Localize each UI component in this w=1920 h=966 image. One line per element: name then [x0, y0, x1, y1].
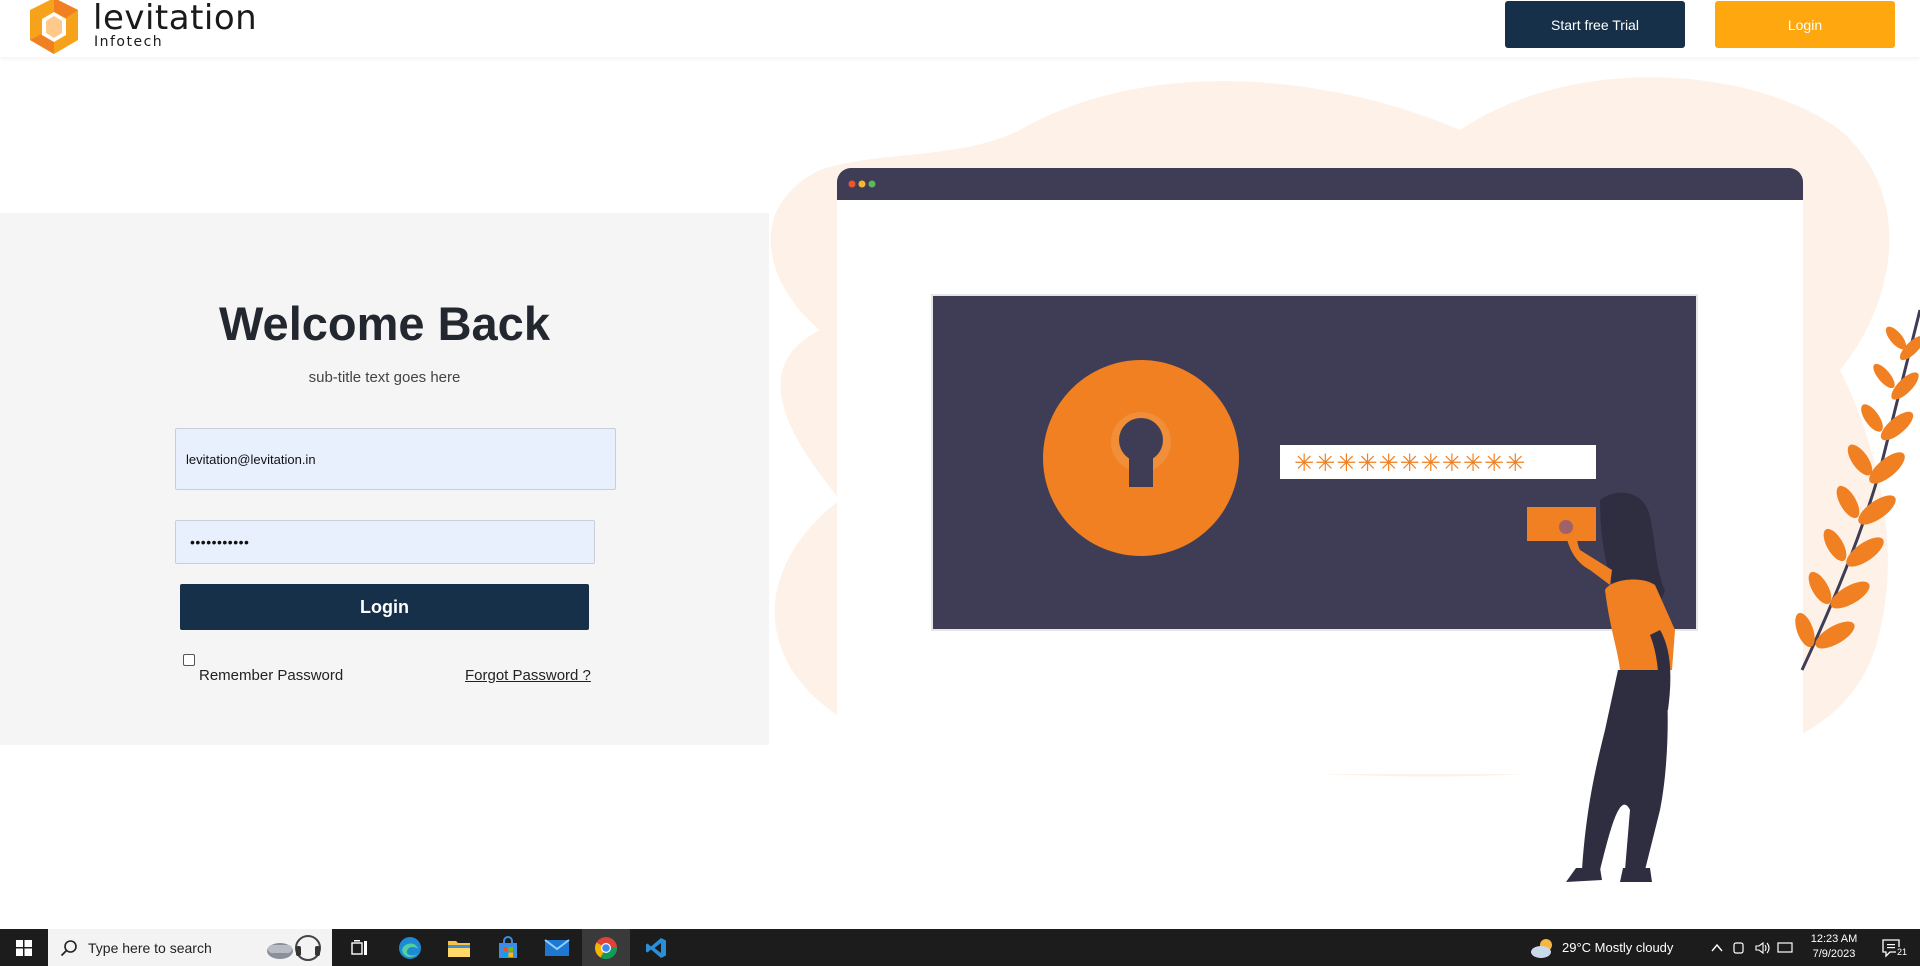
network-icon [1777, 941, 1793, 953]
keyhole-bottom [1129, 442, 1153, 487]
edge-icon[interactable] [386, 929, 434, 966]
mail-icon[interactable] [533, 929, 581, 966]
password-field[interactable]: ••••••••••• [175, 520, 595, 564]
weather-widget[interactable]: 29°C Mostly cloudy [1530, 929, 1673, 966]
top-navbar: levitation Infotech Start free Trial Log… [0, 0, 1920, 57]
brand-name: levitation [93, 0, 258, 38]
volume-icon [1755, 941, 1770, 954]
remember-password-label[interactable]: Remember Password [199, 667, 343, 684]
meet-icon [1733, 941, 1744, 954]
clock-date: 7/9/2023 [1812, 948, 1856, 960]
password-mask-text: ✳✳✳✳✳✳✳✳✳✳✳ [1294, 449, 1526, 477]
windows-start-icon[interactable] [0, 929, 48, 966]
window-dot-green [868, 180, 876, 188]
brand-subname: Infotech [94, 34, 164, 50]
window-dot-yellow [858, 180, 866, 188]
chrome-icon[interactable] [582, 929, 630, 966]
task-view-icon[interactable] [336, 929, 384, 966]
search-highlight-icon [267, 935, 321, 961]
window-dot-red [848, 180, 856, 188]
brand-logo[interactable]: levitation Infotech [26, 0, 257, 54]
tray-icons[interactable] [1710, 929, 1796, 966]
notification-count: 21 [1896, 947, 1909, 957]
login-illustration: ✳✳✳✳✳✳✳✳✳✳✳ [770, 77, 1920, 882]
weather-cloud-icon [1531, 938, 1552, 958]
browser-titlebar [837, 168, 1803, 200]
page-subtitle: sub-title text goes here [308, 369, 461, 386]
start-free-trial-button[interactable]: Start free Trial [1505, 1, 1685, 48]
remember-password-checkbox[interactable] [183, 654, 195, 666]
taskbar-search-box[interactable]: Type here to search [48, 929, 332, 966]
file-explorer-icon[interactable] [435, 929, 483, 966]
login-submit-button[interactable]: Login [180, 584, 589, 630]
store-icon[interactable] [484, 929, 532, 966]
chevron-up-icon [1711, 943, 1723, 951]
page-title: Welcome Back [219, 297, 550, 350]
header-login-button[interactable]: Login [1715, 1, 1895, 48]
logo-hexagon-icon [30, 0, 78, 54]
email-field[interactable]: levitation@levitation.in [175, 428, 616, 490]
search-icon [60, 940, 77, 957]
page: levitation Infotech Start free Trial Log… [0, 0, 1920, 966]
windows-taskbar: Type here to search 29°C Mostly cloudy 1… [0, 929, 1920, 966]
clock-time: 12:23 AM [1810, 933, 1858, 945]
forgot-password-link[interactable]: Forgot Password ? [465, 667, 591, 684]
weather-text: 29°C Mostly cloudy [1562, 940, 1674, 955]
vscode-icon[interactable] [632, 929, 680, 966]
search-placeholder: Type here to search [88, 940, 212, 956]
taskbar-clock[interactable]: 12:23 AM 7/9/2023 [1798, 932, 1870, 962]
notification-icon[interactable]: 21 [1872, 929, 1912, 966]
